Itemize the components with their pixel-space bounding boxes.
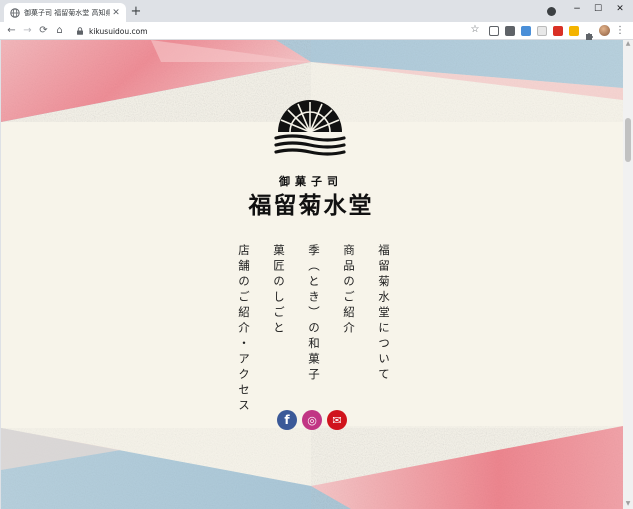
mail-icon[interactable]: ✉: [327, 410, 347, 430]
brand-name: 福留菊水堂: [248, 192, 374, 219]
nav-link-craftsman[interactable]: 菓匠のしごと: [271, 244, 287, 337]
chrysanthemum-logo: [274, 100, 346, 156]
nav-link-store-access[interactable]: 店舗のご紹介・アクセス: [236, 244, 252, 415]
tab-title: 御菓子司 福留菊水堂 高知県高知: [24, 8, 110, 17]
home-icon[interactable]: ⌂: [53, 24, 66, 37]
new-extension-icon[interactable]: [521, 26, 531, 36]
tab-strip: 御菓子司 福留菊水堂 高知県高知 ✕ + − ☐ ✕: [0, 0, 633, 22]
screen-capture-icon[interactable]: [489, 26, 499, 36]
scroll-thumb[interactable]: [625, 118, 631, 162]
close-window-icon[interactable]: ✕: [610, 2, 630, 16]
maximize-icon[interactable]: ☐: [588, 2, 608, 16]
scroll-down-icon[interactable]: ▼: [624, 500, 632, 508]
instagram-icon[interactable]: ◎: [302, 410, 322, 430]
record-icon[interactable]: [547, 7, 556, 16]
nav-link-about[interactable]: 福留菊水堂について: [376, 244, 392, 384]
nav-link-products[interactable]: 商品のご紹介: [341, 244, 357, 337]
extension-icon[interactable]: [505, 26, 515, 36]
back-icon[interactable]: ←: [5, 24, 18, 37]
web-page: 御菓子司 福留菊水堂 福留菊水堂について 商品のご紹介 季（とき）の和菓子 菓匠…: [1, 40, 623, 509]
facebook-icon[interactable]: f: [277, 410, 297, 430]
url-text: kikusuidou.com: [89, 26, 148, 36]
avatar[interactable]: [599, 25, 610, 36]
lock-icon: [77, 27, 83, 35]
menu-icon[interactable]: ⋮: [615, 24, 625, 37]
globe-icon: [10, 7, 20, 18]
y-extension-icon[interactable]: [537, 26, 547, 36]
reload-icon[interactable]: ⟳: [37, 24, 50, 37]
browser-toolbar: ← → ⟳ ⌂ kikusuidou.com ☆ ⋮: [0, 22, 633, 40]
forward-icon[interactable]: →: [21, 24, 34, 37]
note-extension-icon[interactable]: [569, 26, 579, 36]
plus-icon[interactable]: +: [129, 4, 143, 19]
nav-link-seasonal[interactable]: 季（とき）の和菓子: [306, 244, 322, 384]
page-scrollbar[interactable]: ▲ ▼: [623, 40, 633, 509]
puzzle-icon[interactable]: [584, 26, 594, 40]
address-bar[interactable]: kikusuidou.com: [70, 24, 490, 38]
pdf-extension-icon[interactable]: [553, 26, 563, 36]
scroll-up-icon[interactable]: ▲: [624, 40, 632, 48]
star-icon[interactable]: ☆: [469, 24, 481, 35]
browser-tab[interactable]: 御菓子司 福留菊水堂 高知県高知 ✕: [4, 3, 126, 22]
minimize-icon[interactable]: −: [567, 2, 587, 16]
close-icon[interactable]: ✕: [110, 7, 122, 19]
